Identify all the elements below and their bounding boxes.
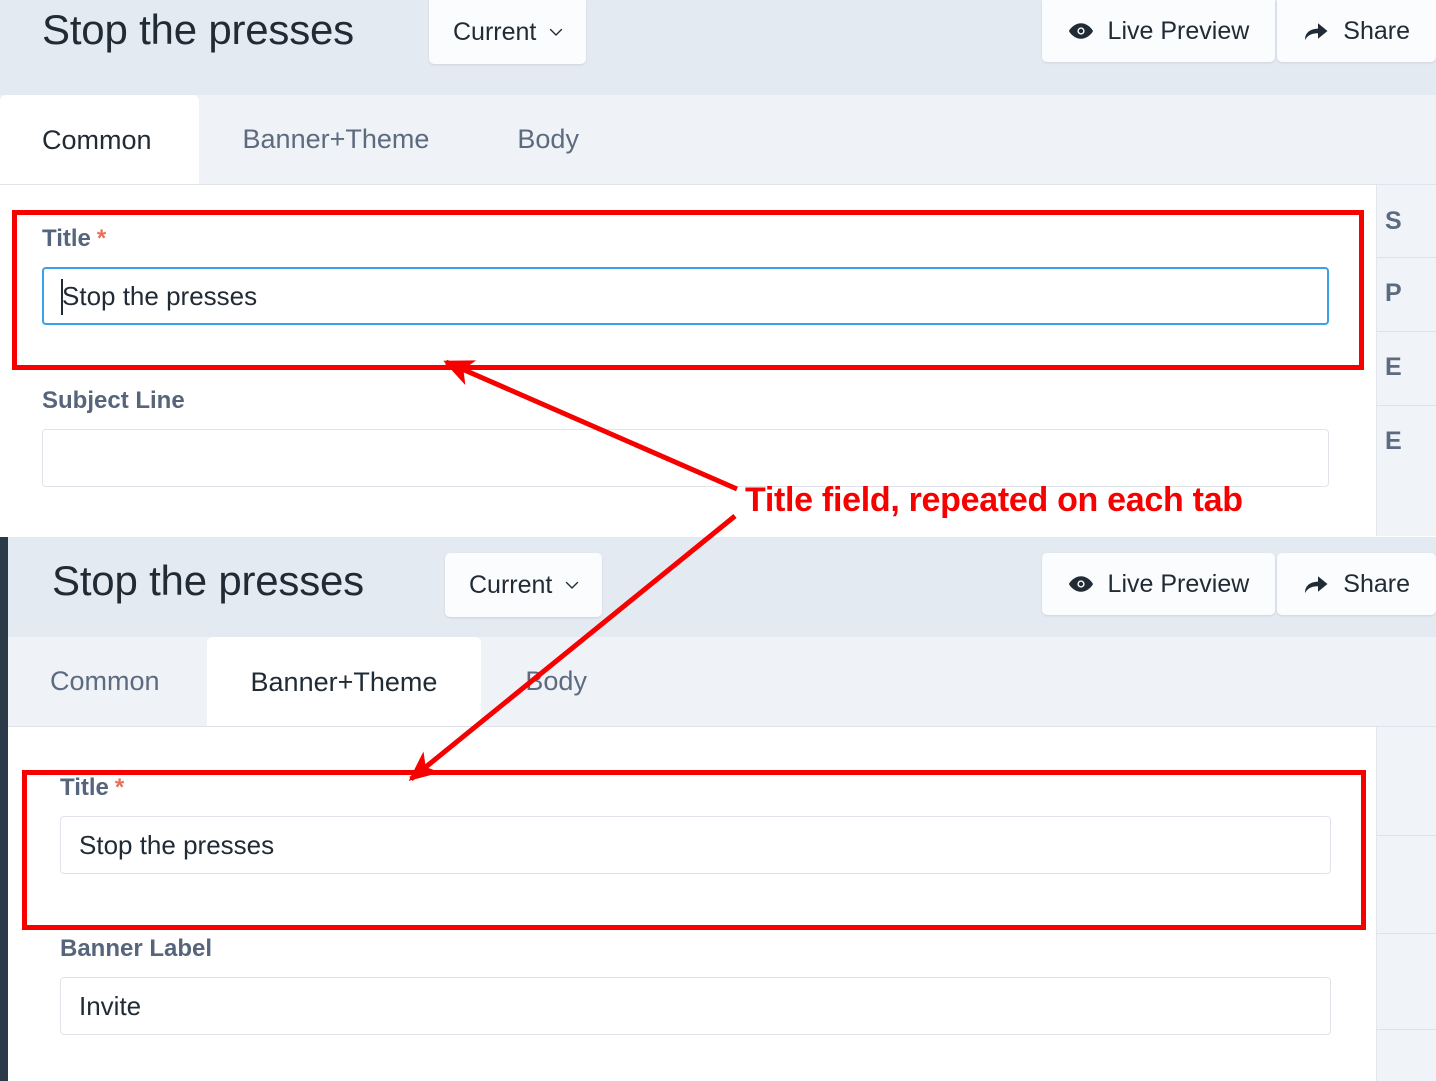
field-title: Title * (42, 225, 1329, 325)
title-input[interactable] (42, 267, 1329, 325)
rail-item-2[interactable]: E (1385, 353, 1436, 382)
form-content: Title* Subject Line (0, 185, 1377, 536)
tab-banner-theme[interactable]: Banner+Theme (206, 637, 482, 727)
app-screenshot-panel-common: Stop the presses Current Live Preview Sh… (0, 0, 1436, 537)
chevron-down-icon (564, 577, 580, 593)
banner-label-input[interactable] (60, 977, 1331, 1035)
page-title: Stop the presses (42, 6, 354, 53)
tab-body-label: Body (517, 124, 579, 154)
field-banner-label-label: Banner Label (60, 935, 213, 962)
app-left-rail (0, 537, 8, 1081)
field-title-label-text: Title (60, 774, 109, 801)
rail-separator (1377, 331, 1436, 332)
title-input[interactable] (60, 816, 1331, 874)
version-selector-label: Current (469, 570, 553, 599)
tab-bar: Common Banner+Theme Body (0, 95, 1436, 185)
rail-separator (1377, 1029, 1436, 1030)
share-button[interactable]: Share (1277, 553, 1436, 615)
tab-common[interactable]: Common (0, 95, 199, 185)
live-preview-label: Live Preview (1107, 569, 1250, 598)
share-button[interactable]: Share (1277, 0, 1436, 62)
tab-common[interactable]: Common (8, 637, 207, 726)
share-label: Share (1343, 16, 1410, 45)
rail-item-0[interactable]: S (1385, 207, 1436, 236)
live-preview-label: Live Preview (1107, 16, 1250, 45)
rail-item-3[interactable]: E (1385, 427, 1436, 456)
eye-icon (1068, 575, 1094, 593)
version-selector-button[interactable]: Current (429, 0, 587, 64)
tab-bar: Common Banner+Theme Body (8, 637, 1436, 727)
field-subject-line: Subject Line (42, 387, 1329, 487)
rail-separator (1377, 933, 1436, 934)
page-title: Stop the presses (52, 557, 364, 604)
version-selector-button[interactable]: Current (445, 553, 603, 617)
app-screenshot-panel-banner-theme: Stop the presses Current Live Preview Sh… (0, 537, 1436, 1081)
header-actions: Live Preview Share (1041, 0, 1436, 62)
tab-banner-theme-label: Banner+Theme (250, 666, 438, 697)
live-preview-button[interactable]: Live Preview (1041, 553, 1276, 615)
app-header: Stop the presses Current Live Preview Sh… (8, 537, 1436, 637)
subject-line-input[interactable] (42, 429, 1329, 487)
eye-icon (1068, 22, 1094, 40)
rail-separator (1377, 257, 1436, 258)
share-arrow-icon (1303, 20, 1329, 42)
field-title-label: Title * (60, 774, 1331, 802)
tab-common-label: Common (50, 666, 160, 696)
tab-body[interactable]: Body (473, 95, 623, 184)
tab-banner-theme[interactable]: Banner+Theme (199, 95, 474, 184)
required-asterisk-icon: * (96, 225, 107, 252)
chevron-down-icon (548, 24, 564, 40)
settings-side-rail: S P E E (1377, 185, 1436, 536)
field-title-label: Title * (42, 225, 1329, 253)
form-area: Title* Banner Label (8, 727, 1436, 1081)
rail-separator (1377, 405, 1436, 406)
tab-body-label: Body (525, 666, 587, 696)
live-preview-button[interactable]: Live Preview (1041, 0, 1276, 62)
share-arrow-icon (1303, 573, 1329, 595)
tab-common-label: Common (42, 124, 152, 155)
form-area: Title* Subject Line S P E (0, 185, 1436, 536)
share-label: Share (1343, 569, 1410, 598)
field-title-label-text: Title (42, 225, 91, 252)
required-asterisk-icon: * (114, 774, 125, 801)
field-title: Title * (60, 774, 1331, 874)
form-content: Title* Banner Label (8, 727, 1377, 1081)
tab-banner-theme-label: Banner+Theme (242, 124, 430, 154)
header-actions: Live Preview Share (1041, 553, 1436, 615)
settings-side-rail (1377, 727, 1436, 1081)
tab-body[interactable]: Body (481, 637, 631, 726)
field-subject-line-label: Subject Line (42, 387, 185, 414)
rail-item-1[interactable]: P (1385, 279, 1436, 308)
text-caret (61, 279, 63, 315)
field-banner-label: Banner Label (60, 935, 1331, 1035)
version-selector-label: Current (453, 17, 537, 46)
rail-separator (1377, 835, 1436, 836)
app-header: Stop the presses Current Live Preview Sh… (0, 0, 1436, 95)
